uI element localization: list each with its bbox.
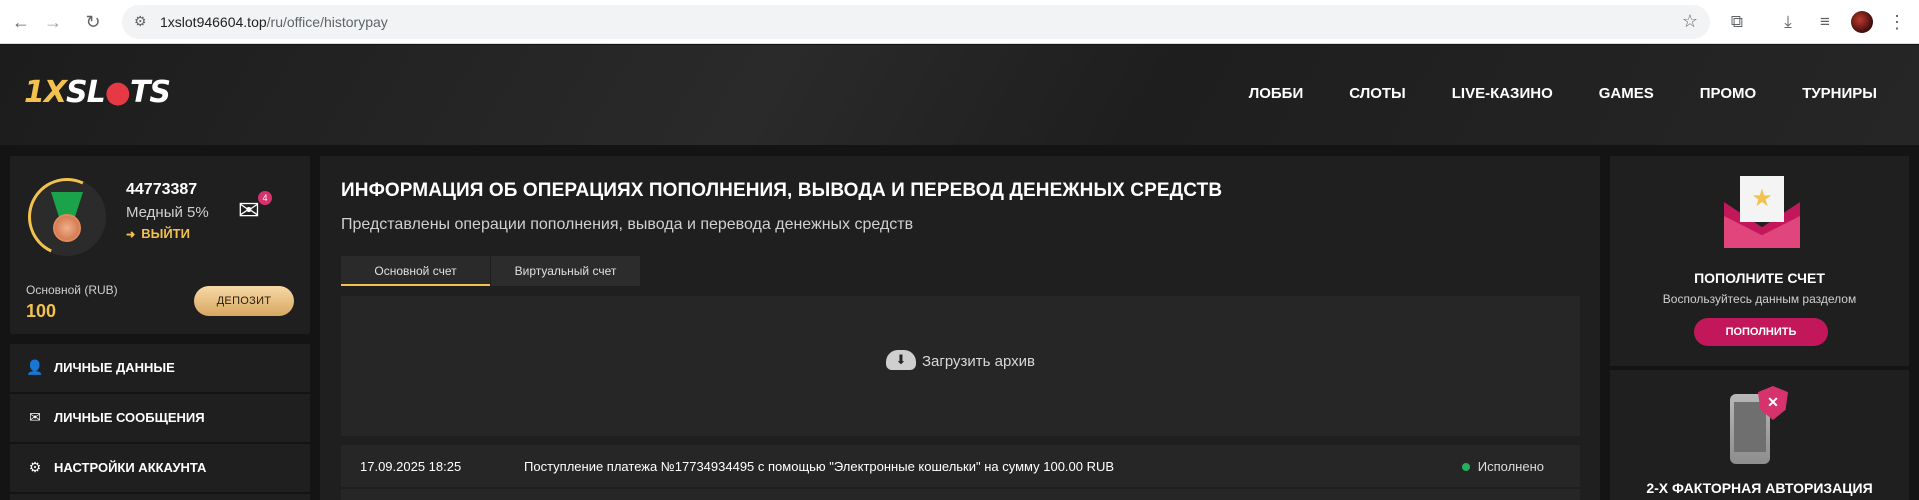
envelope-letter: ★ [1740,176,1784,222]
download-archive-button[interactable]: Загрузить архив [341,350,1580,372]
user-id: 44773387 [126,181,198,198]
downloads-icon[interactable]: ⤓ [1777,11,1799,33]
gears-icon: ⚙ [28,459,42,475]
site-header: 1XSL●TS ЛОББИ СЛОТЫ LIVE-КАЗИНО GAMES ПР… [0,45,1919,145]
logo-part-sl: SL [66,75,106,110]
logo-part-ts: TS [129,75,171,110]
url-path: /ru/office/historypay [266,14,388,30]
table-row[interactable]: 17.09.2025 18:25 Поступление платежа №17… [341,445,1580,487]
page-title: ИНФОРМАЦИЯ ОБ ОПЕРАЦИЯХ ПОПОЛНЕНИЯ, ВЫВО… [341,180,1223,201]
status-badge: Исполнено [1461,459,1544,474]
sidebar-item-label: ЛИЧНЫЕ ДАННЫЕ [54,360,175,375]
nav-tournaments[interactable]: ТУРНИРЫ [1802,85,1877,102]
download-archive-label: Загрузить архив [921,352,1036,370]
sidebar-item-account-settings[interactable]: ⚙ НАСТРОЙКИ АККАУНТА [10,444,310,492]
back-arrow-icon[interactable]: ← [10,11,32,33]
archive-panel: Загрузить архив [341,296,1580,436]
main-panel: ИНФОРМАЦИЯ ОБ ОПЕРАЦИЯХ ПОПОЛНЕНИЯ, ВЫВО… [320,156,1600,500]
transaction-status: Исполнено [1477,459,1544,474]
browser-menu-icon[interactable]: ⋮ [1888,11,1906,33]
extensions-icon[interactable]: ⧉ [1726,11,1748,33]
user-plus-icon: 👤 [26,359,44,375]
envelope-star-icon: ★ [1724,176,1800,248]
account-tabs: Основной счет Виртуальный счет [341,256,641,286]
messages-count-badge: 4 [258,191,272,205]
envelope-icon: ✉ [29,409,41,425]
nav-lobby[interactable]: ЛОББИ [1249,85,1304,102]
balance-label: Основной (RUB) [26,283,118,297]
status-dot-icon [1461,462,1470,471]
nav-slots[interactable]: СЛОТЫ [1349,85,1406,102]
address-bar[interactable]: ⚙ 1xslot946604.top/ru/office/historypay … [122,5,1710,39]
topup-button[interactable]: ПОПОЛНИТЬ [1694,318,1828,346]
browser-toolbar: ← → ↻ ⚙ 1xslot946604.top/ru/office/histo… [0,0,1919,44]
reload-icon[interactable]: ↻ [82,11,104,33]
logo-part-1x: 1X [24,75,67,110]
nav-games[interactable]: GAMES [1599,85,1654,102]
sidebar-item-personal-data[interactable]: 👤 ЛИЧНЫЕ ДАННЫЕ [10,344,310,392]
deposit-button[interactable]: ДЕПОЗИТ [194,286,294,316]
url-text[interactable]: 1xslot946604.top/ru/office/historypay [160,14,388,30]
topup-card: ★ ПОПОЛНИТЕ СЧЕТ Воспользуйтесь данным р… [1610,156,1909,366]
messages-button[interactable]: ✉ 4 [238,191,272,223]
gift-icon: ● [104,75,131,110]
logout-icon: ➜ [126,229,136,241]
url-host: 1xslot946604.top [160,14,267,30]
balance-value: 100 [26,301,57,321]
sidebar-item-label: ЛИЧНЫЕ СООБЩЕНИЯ [54,410,205,425]
table-row[interactable] [341,489,1580,500]
logout-link[interactable]: ➜ ВЫЙТИ [126,226,190,241]
star-icon: ★ [1751,185,1773,212]
medal-coin [53,214,81,242]
sidebar-item-next[interactable] [10,494,310,500]
transaction-description: Поступление платежа №17734934495 с помощ… [524,459,1115,474]
nav-live-casino[interactable]: LIVE-КАЗИНО [1452,85,1553,102]
profile-avatar[interactable] [1851,11,1873,33]
nav-promo[interactable]: ПРОМО [1700,85,1756,102]
topup-title: ПОПОЛНИТЕ СЧЕТ [1694,270,1825,286]
twofa-card: ✕ 2-Х ФАКТОРНАЯ АВТОРИЗАЦИЯ [1610,370,1909,500]
tab-main-account[interactable]: Основной счет [341,256,490,286]
topup-subtitle: Воспользуйтесь данным разделом [1662,292,1857,306]
user-level: Медный 5% [126,204,209,221]
bookmark-star-icon[interactable]: ☆ [1682,11,1698,32]
sidebar-item-messages[interactable]: ✉ ЛИЧНЫЕ СООБЩЕНИЯ [10,394,310,442]
page-subtitle: Представлены операции пополнения, вывода… [341,216,914,233]
profile-card: 44773387 Медный 5% ➜ ВЫЙТИ ✉ 4 Основной (… [10,156,310,334]
media-control-icon[interactable]: ≡ [1814,11,1836,33]
forward-arrow-icon[interactable]: → [42,11,64,33]
twofa-title: 2-Х ФАКТОРНАЯ АВТОРИЗАЦИЯ [1646,480,1873,496]
cloud-download-icon [885,350,916,370]
level-medal-icon [17,167,117,267]
logout-label: ВЫЙТИ [141,226,190,241]
tab-virtual-account[interactable]: Виртуальный счет [491,256,640,286]
sidebar-item-label: НАСТРОЙКИ АККАУНТА [54,460,207,475]
site-logo[interactable]: 1XSL●TS [24,75,171,110]
main-nav: ЛОББИ СЛОТЫ LIVE-КАЗИНО GAMES ПРОМО ТУРН… [1203,85,1877,102]
transaction-date: 17.09.2025 18:25 [360,459,462,474]
site-info-icon[interactable]: ⚙ [134,13,147,30]
